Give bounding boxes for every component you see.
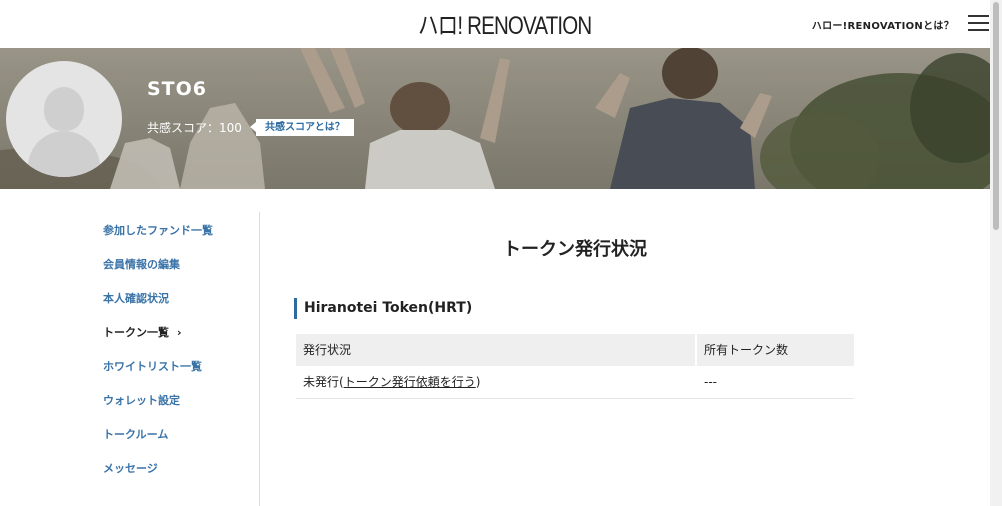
column-header-token-count: 所有トークン数: [697, 334, 854, 366]
scrollbar-thumb[interactable]: [993, 2, 999, 230]
sidebar-item-funds[interactable]: 参加したファンド一覧: [103, 222, 213, 238]
sidebar-item-wallet-settings[interactable]: ウォレット設定: [103, 392, 180, 408]
token-section-title: Hiranotei Token(HRT): [294, 298, 472, 319]
site-logo[interactable]: ハロ! RENOVATION: [418, 8, 592, 40]
sidebar-item-member-edit[interactable]: 会員情報の編集: [103, 256, 180, 272]
hamburger-menu-icon[interactable]: [968, 13, 989, 33]
empathy-score: 共感スコア：100: [147, 119, 242, 136]
sidebar-item-whitelist[interactable]: ホワイトリスト一覧: [103, 358, 202, 374]
issuance-status-cell: 未発行(トークン発行依頼を行う): [296, 366, 695, 398]
token-count-cell: ---: [704, 375, 717, 389]
empathy-score-help-button[interactable]: 共感スコアとは？: [250, 119, 354, 136]
token-status-table: 発行状況 所有トークン数 未発行(トークン発行依頼を行う) ---: [296, 334, 854, 399]
sidebar-item-tokens-label: トークン一覧: [103, 326, 169, 339]
status-prefix: 未発行(: [303, 375, 344, 389]
column-header-status: 発行状況: [296, 334, 695, 366]
table-row: 未発行(トークン発行依頼を行う) ---: [296, 366, 854, 399]
status-suffix: ): [475, 375, 481, 389]
page-title: トークン発行状況: [503, 239, 647, 260]
default-avatar-icon: [6, 61, 122, 177]
chevron-right-icon: ›: [177, 326, 182, 339]
sidebar-item-tokens[interactable]: トークン一覧 ›: [103, 324, 182, 340]
about-renovation-link[interactable]: ハロー!RENOVATIONとは？: [812, 17, 954, 32]
sidebar-item-talk-room[interactable]: トークルーム: [103, 426, 168, 442]
table-header-row: 発行状況 所有トークン数: [296, 334, 854, 366]
sidebar-item-messages[interactable]: メッセージ: [103, 460, 158, 476]
sidebar-item-identity-verification[interactable]: 本人確認状況: [103, 290, 169, 306]
profile-username: STO6: [147, 78, 208, 100]
page-scrollbar[interactable]: [990, 0, 1002, 506]
request-token-issuance-link[interactable]: トークン発行依頼を行う: [344, 375, 476, 389]
empathy-score-label: 共感スコア：: [147, 121, 220, 135]
empathy-score-value: 100: [219, 121, 242, 135]
site-header: ハロ! RENOVATION ハロー!RENOVATIONとは？: [0, 0, 990, 48]
